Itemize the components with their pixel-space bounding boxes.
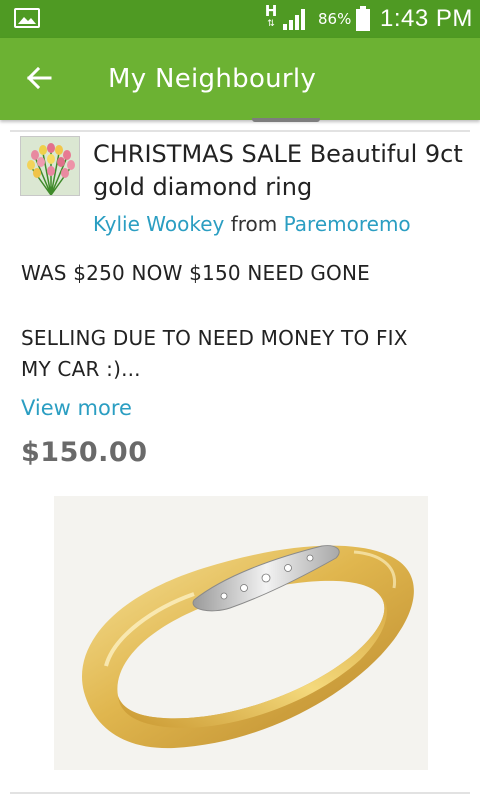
product-image[interactable]: [54, 496, 428, 770]
battery-icon: [356, 6, 370, 31]
post-title: CHRISTMAS SALE Beautiful 9ct gold diamon…: [93, 140, 463, 201]
body-line: WAS $250 NOW $150 NEED GONE: [21, 261, 370, 285]
post-body: WAS $250 NOW $150 NEED GONE SELLING DUE …: [21, 258, 471, 385]
avatar[interactable]: [20, 136, 80, 196]
clock: 1:43 PM: [380, 5, 473, 32]
gallery-icon: [14, 8, 40, 28]
status-bar: H ⇅ 86% 1:43 PM: [0, 0, 480, 38]
battery-percent: 86%: [318, 10, 352, 28]
body-line: SELLING DUE TO NEED MONEY TO FIX: [21, 326, 408, 350]
divider: [10, 130, 470, 132]
network-arrows-icon: ⇅: [267, 19, 275, 29]
post-meta: Kylie Wookey from Paremoremo: [93, 210, 411, 238]
view-more-link[interactable]: View more: [21, 393, 132, 423]
author-link[interactable]: Kylie Wookey: [93, 212, 224, 236]
location-link[interactable]: Paremoremo: [284, 212, 411, 236]
signal-icon: [283, 9, 305, 30]
price: $150.00: [21, 437, 148, 468]
post-card: CHRISTMAS SALE Beautiful 9ct gold diamon…: [0, 122, 480, 800]
body-line: MY CAR :)...: [21, 357, 141, 381]
arrow-left-icon: [26, 66, 52, 90]
app-bar: My Neighbourly: [0, 38, 480, 122]
app-title: My Neighbourly: [108, 64, 317, 94]
network-type-icon: H ⇅: [264, 2, 278, 30]
back-button[interactable]: [14, 54, 62, 102]
divider: [10, 792, 470, 794]
from-label: from: [230, 212, 278, 236]
